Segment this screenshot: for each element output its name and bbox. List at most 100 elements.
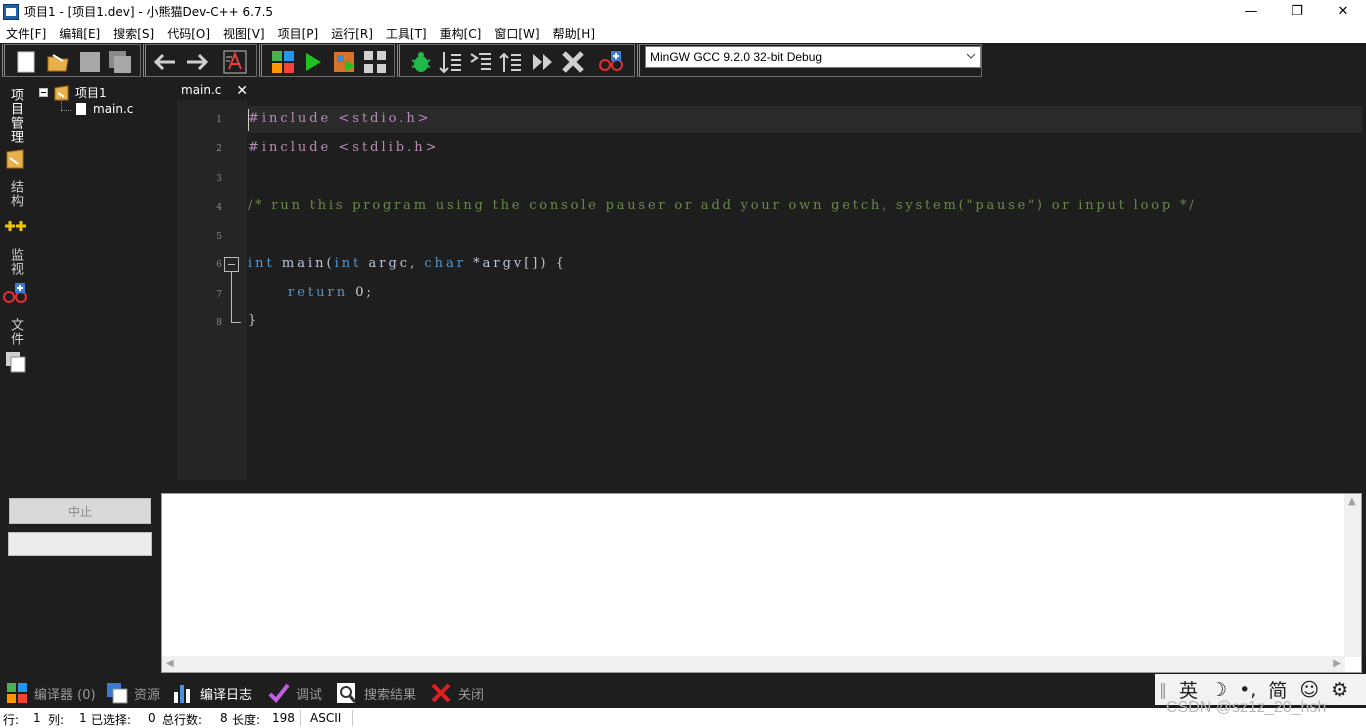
menu-search[interactable]: 搜索[S] — [107, 25, 161, 42]
menu-code[interactable]: 代码[O] — [161, 25, 217, 42]
save-all-button[interactable] — [107, 49, 133, 75]
resources-icon — [106, 682, 128, 704]
edit-toolbar-group — [143, 44, 257, 77]
tab-debug[interactable]: 调试 — [268, 678, 322, 708]
close-button[interactable]: ✕ — [1320, 0, 1366, 23]
fold-line — [231, 322, 241, 323]
menu-edit[interactable]: 编辑[E] — [53, 25, 107, 42]
bar-chart-icon — [172, 682, 194, 704]
tree-project-label: 项目1 — [75, 86, 107, 100]
continue-button[interactable] — [530, 49, 556, 75]
code-editor[interactable] — [247, 100, 1362, 480]
stop-debug-button[interactable] — [560, 49, 586, 75]
arrow-right-icon — [187, 53, 209, 71]
tab-files[interactable]: 文件 — [7, 318, 25, 346]
line-number: 5 — [216, 232, 222, 242]
tab-close-panel[interactable]: 关闭 — [430, 678, 484, 708]
chevron-down-icon — [967, 53, 975, 59]
code-preprocessor: #include <stdio.h> — [248, 111, 432, 126]
tab-label: 资源 — [134, 687, 161, 703]
line-number: 3 — [216, 174, 222, 184]
compiler-icon — [6, 682, 28, 704]
tree-collapse-toggle[interactable] — [39, 88, 48, 97]
status-length-value: 198 — [272, 711, 295, 725]
tree-item-file[interactable]: main.c — [75, 102, 133, 116]
watch-glasses-icon — [3, 283, 27, 303]
redo-button[interactable] — [184, 49, 210, 75]
menu-help[interactable]: 帮助[H] — [547, 25, 602, 42]
compiler-select[interactable]: MinGW GCC 9.2.0 32-bit Debug — [645, 46, 981, 68]
scroll-left-icon[interactable]: ◀ — [166, 658, 174, 669]
menu-refactor[interactable]: 重构[C] — [434, 25, 489, 42]
status-col-value: 1 — [79, 711, 87, 725]
menu-run[interactable]: 运行[R] — [325, 25, 380, 42]
step-into-button[interactable] — [468, 49, 494, 75]
menu-project[interactable]: 项目[P] — [272, 25, 326, 42]
fold-toggle[interactable] — [224, 257, 239, 272]
menu-view[interactable]: 视图[V] — [217, 25, 272, 42]
code-line-8: } — [248, 313, 259, 328]
stop-x-icon — [562, 51, 584, 73]
tab-structure[interactable]: 结构 — [7, 180, 25, 208]
step-out-button[interactable] — [498, 49, 524, 75]
scroll-up-icon[interactable]: ▲ — [1348, 496, 1356, 507]
save-all-icon — [109, 51, 131, 73]
compile-run-button[interactable] — [332, 49, 358, 75]
moon-icon[interactable]: ☽ — [1210, 679, 1227, 701]
line-number: 8 — [216, 318, 222, 328]
punctuation-icon[interactable]: •, — [1239, 679, 1256, 701]
scroll-right-icon[interactable]: ▶ — [1333, 658, 1341, 669]
minimize-button[interactable]: — — [1228, 0, 1274, 23]
emoji-icon[interactable]: ☺ — [1299, 679, 1319, 701]
left-tab-strip: 项目管理 结构 监视 文件 — [0, 78, 31, 480]
tab-search-results[interactable]: 搜索结果 — [336, 678, 416, 708]
save-button[interactable] — [77, 49, 103, 75]
step-into-icon — [470, 53, 491, 70]
compile-run-icon — [334, 52, 355, 72]
new-file-button[interactable] — [13, 49, 39, 75]
status-row-value: 1 — [33, 711, 41, 725]
code-identifier: argc, — [368, 256, 418, 271]
tab-watch[interactable]: 监视 — [7, 248, 25, 276]
close-icon[interactable]: ✕ — [236, 83, 248, 99]
menu-window[interactable]: 窗口[W] — [488, 25, 546, 42]
compile-button[interactable] — [270, 49, 296, 75]
compile-icon — [272, 51, 294, 73]
tab-resources[interactable]: 资源 — [106, 678, 160, 708]
line-number: 7 — [216, 290, 222, 300]
add-plus-icon — [5, 221, 26, 231]
compile-log-output[interactable]: ▲ ◀ ▶ — [161, 493, 1362, 673]
status-row-label: 行: — [3, 713, 20, 727]
add-watch-button[interactable] — [598, 49, 624, 75]
tab-label: 编译器 (0) — [34, 687, 96, 703]
ime-drag-handle[interactable]: ‖ — [1159, 680, 1167, 699]
open-button[interactable] — [45, 49, 71, 75]
undo-button[interactable] — [152, 49, 178, 75]
menu-tools[interactable]: 工具[T] — [380, 25, 434, 42]
format-code-button[interactable] — [222, 49, 248, 75]
code-keyword: char — [424, 256, 466, 271]
search-icon — [336, 682, 358, 704]
vertical-scrollbar[interactable]: ▲ — [1344, 494, 1361, 657]
file-toolbar-group — [2, 44, 141, 77]
abort-button[interactable]: 中止 — [9, 498, 151, 524]
debug-button[interactable] — [408, 49, 434, 75]
status-length-label: 长度: — [232, 713, 261, 727]
project-tree: 项目1 main.c — [31, 78, 166, 480]
run-button[interactable] — [300, 49, 326, 75]
close-x-icon — [430, 682, 452, 704]
line-number: 4 — [216, 203, 222, 213]
build-toolbar-group — [259, 44, 395, 77]
format-text-icon — [223, 50, 247, 74]
tab-compiler[interactable]: 编译器 (0) — [6, 678, 96, 708]
horizontal-scrollbar[interactable]: ◀ ▶ — [162, 656, 1345, 672]
tab-main-c[interactable]: main.c ✕ — [172, 80, 256, 100]
tree-item-project[interactable]: 项目1 — [39, 84, 107, 101]
gear-icon[interactable]: ⚙ — [1331, 679, 1348, 701]
rebuild-button[interactable] — [362, 49, 388, 75]
tab-project-manager[interactable]: 项目管理 — [7, 88, 25, 144]
maximize-button[interactable]: ❐ — [1274, 0, 1320, 23]
menu-file[interactable]: 文件[F] — [0, 25, 53, 42]
step-over-button[interactable] — [438, 49, 464, 75]
tab-compile-log[interactable]: 编译日志 — [172, 678, 252, 708]
